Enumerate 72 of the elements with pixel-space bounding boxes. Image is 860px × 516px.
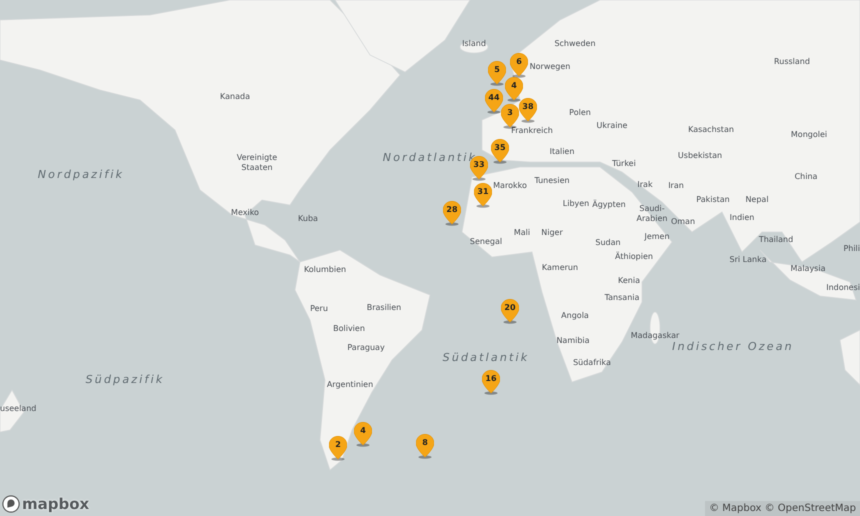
logo-icon	[2, 495, 20, 513]
logo-text: mapbox	[22, 495, 90, 513]
ocean-label: Nordpazifik	[38, 167, 124, 183]
country-label: Sri Lanka	[730, 255, 766, 265]
country-label: Paraguay	[347, 343, 385, 353]
ocean-label: Südatlantik	[442, 350, 530, 366]
country-label: Angola	[561, 311, 589, 321]
country-label: Bolivien	[333, 324, 365, 334]
country-label: Norwegen	[530, 62, 570, 72]
country-label: Usbekistan	[678, 151, 722, 161]
country-label: Äthiopien	[615, 252, 653, 262]
map-marker[interactable]: 35	[491, 139, 509, 164]
country-label: Pakistan	[696, 195, 730, 205]
map-marker[interactable]: 44	[485, 89, 503, 114]
country-label: Phili	[843, 244, 860, 254]
country-label: Indonesi	[826, 283, 860, 293]
country-label: Vereinigte Staaten	[236, 153, 278, 173]
country-label: Island	[462, 39, 486, 49]
country-label: Tunesien	[534, 176, 570, 186]
country-label: Iran	[668, 181, 684, 191]
country-label: Irak	[637, 180, 653, 190]
country-label: Kamerun	[542, 263, 578, 273]
country-label: Jemen	[644, 232, 670, 242]
country-label: Senegal	[470, 237, 502, 247]
country-label: Schweden	[554, 39, 596, 49]
country-label: China	[794, 172, 818, 182]
country-label: Ukraine	[596, 121, 628, 131]
country-label: Mali	[514, 228, 530, 238]
map-marker[interactable]: 20	[501, 299, 519, 324]
country-label: Niger	[541, 228, 563, 238]
map-marker[interactable]: 8	[416, 434, 434, 459]
country-label: Sudan	[595, 238, 621, 248]
country-label: Tansania	[604, 293, 640, 303]
country-label: Brasilien	[366, 303, 402, 313]
ocean-label: Südpazifik	[86, 372, 164, 388]
map-marker[interactable]: 5	[488, 61, 506, 86]
country-label: Nepal	[745, 195, 769, 205]
country-label: Russland	[774, 57, 810, 67]
map-marker[interactable]: 38	[519, 98, 537, 123]
country-label: Oman	[670, 217, 696, 227]
map-marker[interactable]: 16	[482, 370, 500, 395]
country-label: Südafrika	[573, 358, 611, 368]
map-marker[interactable]: 6	[510, 53, 528, 78]
country-label: Italien	[550, 147, 574, 157]
map-marker[interactable]: 4	[354, 422, 372, 447]
country-label: Marokko	[493, 181, 527, 191]
country-label: Kuba	[298, 214, 318, 224]
country-label: Polen	[569, 108, 591, 118]
ocean-label: Indischer Ozean	[672, 340, 794, 355]
country-label: Thailand	[758, 235, 794, 245]
country-label: Kenia	[618, 276, 640, 286]
country-label: Frankreich	[511, 126, 553, 136]
country-label: Namibia	[556, 336, 590, 346]
country-label: Mongolei	[790, 130, 828, 140]
map-marker[interactable]: 2	[329, 436, 347, 461]
country-label: Malaysia	[790, 264, 826, 274]
country-label: useeland	[0, 404, 36, 414]
country-label: Peru	[310, 304, 328, 314]
map-marker[interactable]: 4	[505, 77, 523, 102]
country-label: Kasachstan	[688, 125, 734, 135]
country-label: Ägypten	[592, 200, 626, 210]
country-label: Argentinien	[326, 380, 374, 390]
country-label: Madagaskar	[630, 331, 680, 341]
country-label: Mexiko	[231, 208, 259, 218]
country-label: Libyen	[562, 199, 590, 209]
map-marker[interactable]: 28	[443, 201, 461, 226]
map-marker[interactable]: 31	[474, 183, 492, 208]
country-label: Kanada	[220, 92, 250, 102]
country-label: Indien	[730, 213, 754, 223]
attribution-link[interactable]: © Mapbox © OpenStreetMap	[705, 501, 860, 516]
country-label: Türkei	[612, 159, 636, 169]
country-label: Kolumbien	[304, 265, 346, 275]
